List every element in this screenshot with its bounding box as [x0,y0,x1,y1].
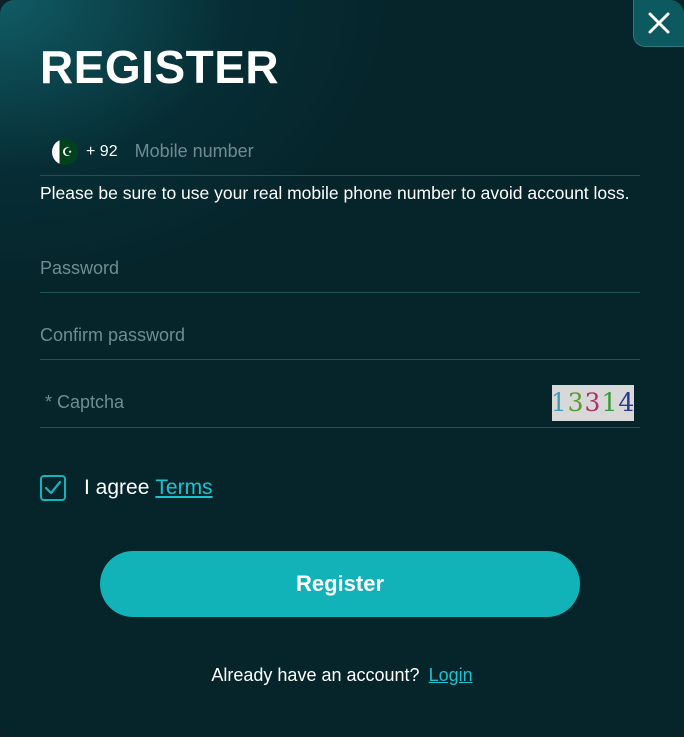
close-button[interactable] [633,0,684,47]
captcha-digit: 1 [601,388,619,417]
agree-checkbox[interactable] [40,475,66,501]
phone-hint-text: Please be sure to use your real mobile p… [40,183,630,203]
captcha-digit: 4 [618,388,636,417]
register-modal: REGISTER ☪ + 92 Please be sure to use yo… [0,0,684,737]
page-title: REGISTER [40,41,280,93]
captcha-digit: 3 [567,388,585,417]
captcha-digit: 1 [550,388,568,417]
captcha-input[interactable] [40,392,552,413]
captcha-field: 13314 [40,378,640,428]
close-icon [648,12,670,34]
captcha-digit: 3 [584,388,602,417]
login-prompt: Already have an account? Login [0,665,684,686]
confirm-password-field [40,311,640,360]
password-input[interactable] [40,257,640,279]
captcha-image[interactable]: 13314 [550,384,636,421]
mobile-number-field: ☪ + 92 [40,128,640,176]
mobile-number-input[interactable] [134,141,640,162]
pakistan-flag-icon: ☪ [52,138,78,165]
terms-link[interactable]: Terms [155,476,212,500]
agree-label: I agree [84,476,150,499]
login-prompt-text: Already have an account? [211,665,420,685]
login-link[interactable]: Login [429,665,473,685]
password-field [40,244,640,293]
agree-terms-row: I agree Terms [40,475,213,501]
register-button[interactable]: Register [100,551,580,617]
confirm-password-input[interactable] [40,324,640,346]
check-icon [44,480,62,495]
country-code[interactable]: + 92 [86,143,118,161]
